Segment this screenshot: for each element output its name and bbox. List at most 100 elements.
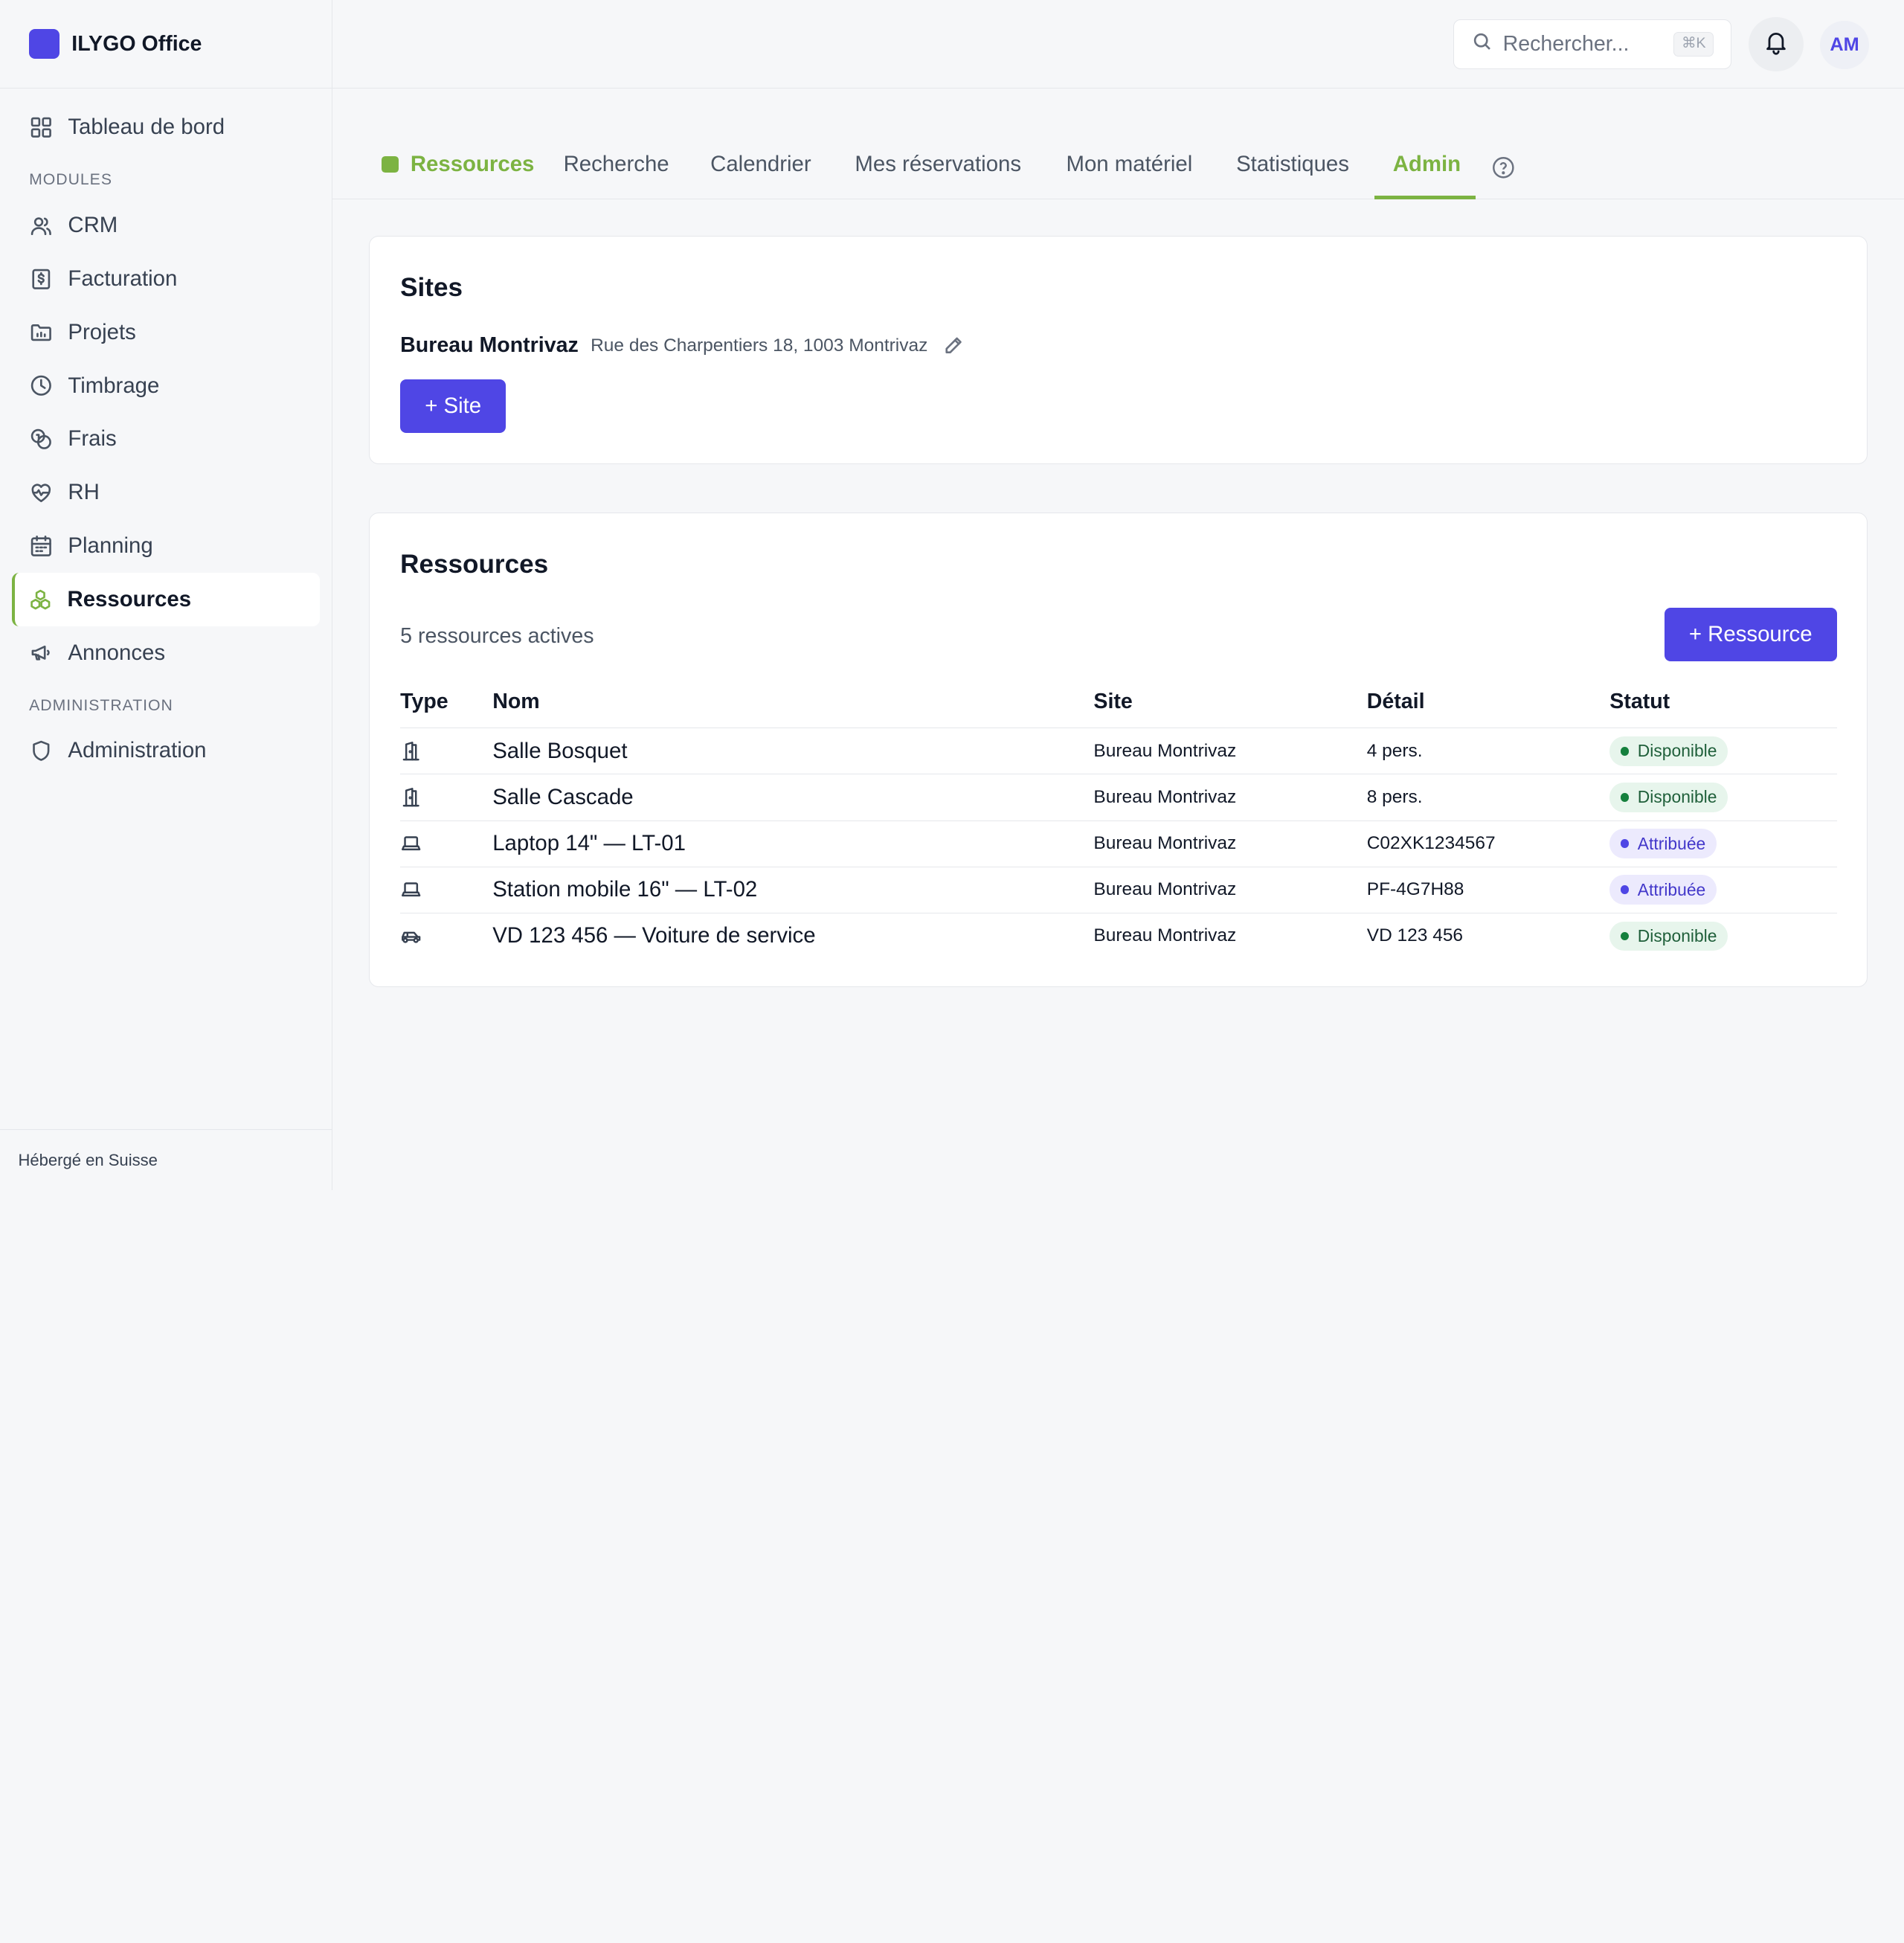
- sidebar-item-label: Frais: [68, 426, 117, 452]
- resource-site: Bureau Montrivaz: [1093, 820, 1367, 867]
- status-badge: Attribuée: [1609, 875, 1717, 905]
- sidebar: ILYGO Office Tableau de bord MODULES CRM: [0, 0, 333, 1191]
- sidebar-nav: Tableau de bord MODULES CRM Facturation: [0, 89, 332, 777]
- brand-logo: [29, 28, 60, 60]
- resource-site: Bureau Montrivaz: [1093, 774, 1367, 821]
- sidebar-item-label: Tableau de bord: [68, 115, 225, 140]
- room-icon: [400, 740, 492, 762]
- sidebar-item-facturation[interactable]: Facturation: [12, 252, 320, 306]
- tab-mon-materiel[interactable]: Mon matériel: [1067, 152, 1193, 177]
- column-header-site[interactable]: Site: [1093, 689, 1367, 729]
- tab-statistiques[interactable]: Statistiques: [1236, 152, 1349, 177]
- clock-icon: [29, 373, 54, 398]
- brand-name: ILYGO Office: [71, 31, 202, 56]
- add-resource-button[interactable]: + Ressource: [1664, 608, 1837, 662]
- laptop-icon: [400, 879, 492, 900]
- topbar: ⌘K AM: [332, 0, 1904, 89]
- resource-site: Bureau Montrivaz: [1093, 728, 1367, 775]
- table-row[interactable]: Salle Cascade Bureau Montrivaz 8 pers. D…: [400, 774, 1837, 821]
- table-row[interactable]: VD 123 456 — Voiture de service Bureau M…: [400, 913, 1836, 959]
- sidebar-item-crm[interactable]: CRM: [12, 199, 320, 252]
- status-label: Disponible: [1637, 741, 1717, 761]
- car-icon: [400, 925, 492, 947]
- tab-calendrier[interactable]: Calendrier: [710, 152, 811, 177]
- table-row[interactable]: Laptop 14" — LT-01 Bureau Montrivaz C02X…: [400, 820, 1837, 867]
- active-tab-indicator: [1374, 195, 1476, 199]
- status-label: Attribuée: [1637, 833, 1706, 853]
- sites-card: Sites Bureau Montrivaz Rue des Charpenti…: [369, 235, 1868, 464]
- sidebar-item-label: Planning: [68, 533, 153, 559]
- sidebar-item-label: Facturation: [68, 266, 178, 291]
- resources-table: Type Nom Site Détail Statut Salle Bosque…: [400, 689, 1837, 959]
- column-header-type[interactable]: Type: [400, 689, 493, 729]
- sidebar-footer: Hébergé en Suisse: [0, 1129, 332, 1190]
- room-icon: [400, 786, 492, 808]
- tab-mes-reservations[interactable]: Mes réservations: [855, 152, 1021, 177]
- sites-title: Sites: [400, 272, 463, 302]
- sidebar-item-label: Annonces: [68, 640, 166, 665]
- brand[interactable]: ILYGO Office: [0, 0, 332, 89]
- notifications-button[interactable]: [1749, 16, 1804, 72]
- sidebar-section-modules: MODULES: [29, 171, 112, 189]
- sidebar-item-administration[interactable]: Administration: [12, 725, 320, 778]
- search-input[interactable]: [1502, 32, 1661, 57]
- table-header-row: Type Nom Site Détail Statut: [400, 689, 1837, 729]
- sidebar-item-tableau-de-bord[interactable]: Tableau de bord: [12, 100, 320, 154]
- sidebar-item-label: Timbrage: [68, 373, 160, 398]
- search-box[interactable]: ⌘K: [1453, 19, 1732, 70]
- avatar[interactable]: AM: [1820, 20, 1869, 70]
- status-badge: Attribuée: [1609, 829, 1717, 858]
- invoice-icon: [29, 267, 54, 292]
- site-address: Rue des Charpentiers 18, 1003 Montrivaz: [591, 335, 928, 356]
- pencil-icon[interactable]: [942, 335, 964, 356]
- site-name: Bureau Montrivaz: [400, 333, 579, 358]
- sidebar-item-projets[interactable]: Projets: [12, 306, 320, 359]
- tab-recherche[interactable]: Recherche: [564, 152, 669, 177]
- laptop-icon: [400, 832, 492, 854]
- add-site-button[interactable]: + Site: [400, 379, 506, 434]
- column-header-nom[interactable]: Nom: [492, 689, 1094, 729]
- sidebar-item-label: Ressources: [67, 586, 192, 611]
- calendar-icon: [29, 534, 54, 559]
- resource-detail: PF-4G7H88: [1366, 867, 1610, 913]
- resource-name: VD 123 456 — Voiture de service: [492, 923, 816, 948]
- coins-icon: [29, 427, 54, 452]
- sidebar-item-label: Administration: [68, 738, 207, 763]
- search-icon: [1471, 30, 1493, 57]
- status-label: Disponible: [1637, 925, 1717, 945]
- table-row[interactable]: Station mobile 16" — LT-02 Bureau Montri…: [400, 867, 1837, 913]
- grid-icon: [29, 115, 54, 140]
- sidebar-item-timbrage[interactable]: Timbrage: [12, 359, 320, 413]
- tab-label: Ressources: [410, 152, 535, 177]
- resource-name: Station mobile 16" — LT-02: [492, 867, 1094, 913]
- sidebar-item-rh[interactable]: RH: [12, 466, 320, 519]
- sidebar-item-frais[interactable]: Frais: [12, 413, 320, 466]
- search-shortcut: ⌘K: [1673, 32, 1714, 57]
- resource-detail: C02XK1234567: [1366, 820, 1610, 867]
- resources-count: 5 ressources actives: [400, 623, 594, 648]
- tab-admin[interactable]: Admin: [1393, 152, 1461, 177]
- resource-name: Salle Cascade: [492, 774, 1094, 821]
- column-header-statut[interactable]: Statut: [1609, 689, 1837, 729]
- status-label: Attribuée: [1637, 879, 1706, 899]
- sidebar-item-planning[interactable]: Planning: [12, 519, 320, 573]
- app-root: ILYGO Office Tableau de bord MODULES CRM: [0, 0, 1904, 1191]
- table-row[interactable]: Salle Bosquet Bureau Montrivaz 4 pers. D…: [400, 728, 1837, 775]
- resource-detail: 8 pers.: [1366, 774, 1610, 821]
- sidebar-item-ressources[interactable]: Ressources: [12, 573, 321, 626]
- help-icon[interactable]: [1491, 155, 1516, 180]
- module-tabs: Ressources Recherche Calendrier Mes rése…: [332, 89, 1904, 199]
- module-color-icon: [381, 155, 399, 173]
- resource-detail: VD 123 456: [1366, 925, 1464, 946]
- column-header-detail[interactable]: Détail: [1366, 689, 1610, 729]
- sidebar-item-label: Projets: [68, 319, 136, 344]
- tab-ressources-home[interactable]: Ressources: [381, 152, 535, 177]
- status-badge: Disponible: [1609, 783, 1728, 812]
- resources-title: Ressources: [400, 549, 549, 579]
- resource-name: Laptop 14" — LT-01: [492, 820, 1094, 867]
- heart-pulse-icon: [29, 481, 54, 505]
- folder-icon: [29, 320, 54, 344]
- resource-name: Salle Bosquet: [492, 728, 1094, 775]
- shield-icon: [29, 739, 54, 763]
- sidebar-item-annonces[interactable]: Annonces: [12, 626, 320, 680]
